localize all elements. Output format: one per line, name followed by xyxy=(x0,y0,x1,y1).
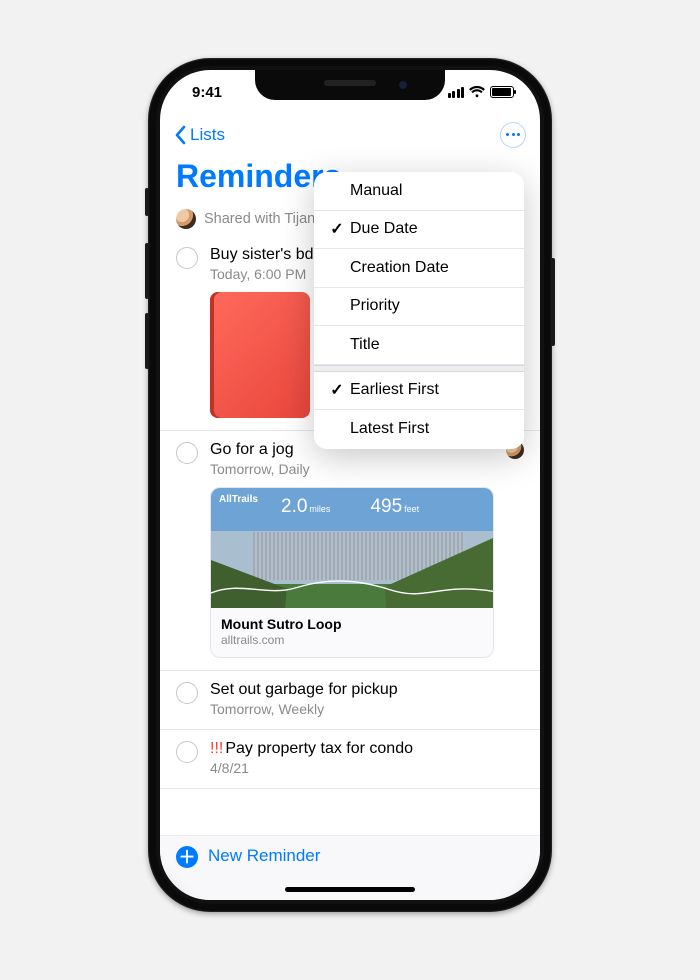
priority-indicator: !!! xyxy=(210,740,223,757)
more-button[interactable] xyxy=(500,122,526,148)
volume-up-button[interactable] xyxy=(145,243,149,299)
link-brand: AllTrails xyxy=(219,494,258,505)
sort-option-due-date[interactable]: ✓Due Date xyxy=(314,211,524,250)
home-indicator[interactable] xyxy=(285,887,415,892)
add-icon[interactable]: ＋ xyxy=(176,846,198,868)
list-item[interactable]: Set out garbage for pickup Tomorrow, Wee… xyxy=(160,671,540,730)
sort-option-title[interactable]: ✓Title xyxy=(314,326,524,365)
link-stats: 2.0miles 495feet xyxy=(281,496,419,518)
notch xyxy=(255,70,445,100)
sort-menu: ✓Manual ✓Due Date ✓Creation Date ✓Priori… xyxy=(314,172,524,449)
nav-bar: Lists xyxy=(160,114,540,156)
screen: 9:41 Lists xyxy=(160,70,540,900)
battery-icon xyxy=(490,86,514,98)
chevron-left-icon xyxy=(174,125,186,145)
avatar xyxy=(176,209,196,229)
reminder-subtitle: 4/8/21 xyxy=(210,760,524,776)
wifi-icon xyxy=(469,86,485,98)
reminder-subtitle: Tomorrow, Weekly xyxy=(210,701,524,717)
sort-option-priority[interactable]: ✓Priority xyxy=(314,288,524,327)
back-label: Lists xyxy=(190,125,225,145)
sort-direction-earliest[interactable]: ✓Earliest First xyxy=(314,372,524,411)
reminder-title: Pay property tax for condo xyxy=(225,740,413,757)
back-button[interactable]: Lists xyxy=(174,125,225,145)
status-time: 9:41 xyxy=(192,84,222,101)
link-source: alltrails.com xyxy=(221,633,483,647)
cellular-icon xyxy=(448,87,465,98)
link-title: Mount Sutro Loop xyxy=(221,616,483,632)
reminder-title: Set out garbage for pickup xyxy=(210,681,524,699)
sort-option-creation-date[interactable]: ✓Creation Date xyxy=(314,249,524,288)
list-item[interactable]: !!!Pay property tax for condo 4/8/21 xyxy=(160,730,540,789)
list-item[interactable]: Go for a jog Tomorrow, Daily AllTrails 2… xyxy=(160,431,540,671)
reminder-subtitle: Tomorrow, Daily xyxy=(210,461,494,477)
volume-down-button[interactable] xyxy=(145,313,149,369)
new-reminder-button[interactable]: New Reminder xyxy=(208,846,320,866)
complete-toggle[interactable] xyxy=(176,682,198,704)
sort-option-manual[interactable]: ✓Manual xyxy=(314,172,524,211)
mute-switch[interactable] xyxy=(145,188,149,216)
complete-toggle[interactable] xyxy=(176,442,198,464)
link-card[interactable]: AllTrails 2.0miles 495feet Mount Sutro L… xyxy=(210,487,494,658)
link-card-image: AllTrails 2.0miles 495feet xyxy=(211,488,493,608)
shared-with-label: Shared with Tijana xyxy=(204,211,323,227)
menu-separator xyxy=(314,365,524,372)
phone-frame: 9:41 Lists xyxy=(148,58,552,912)
sort-direction-latest[interactable]: ✓Latest First xyxy=(314,410,524,449)
attachment-thumbnail[interactable] xyxy=(210,292,310,418)
bottom-bar: ＋ New Reminder xyxy=(160,836,540,900)
complete-toggle[interactable] xyxy=(176,247,198,269)
complete-toggle[interactable] xyxy=(176,741,198,763)
power-button[interactable] xyxy=(551,258,555,346)
